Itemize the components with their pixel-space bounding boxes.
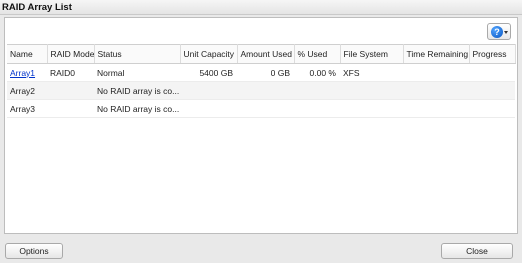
- cell-unit-capacity: [180, 99, 237, 118]
- cell-file-system: XFS: [340, 63, 403, 82]
- cell-progress: [469, 63, 515, 82]
- cell-time-remaining: [403, 99, 469, 118]
- column-header-progress[interactable]: Progress: [469, 44, 516, 64]
- cell-unit-capacity: 5400 GB: [180, 63, 237, 82]
- raid-array-panel: ? Name RAID Mode Status Unit Capacity Am…: [4, 17, 518, 234]
- column-header-status[interactable]: Status: [94, 44, 181, 64]
- cell-name: Array2: [7, 81, 47, 100]
- column-header-time-remaining[interactable]: Time Remaining: [403, 44, 470, 64]
- cell-file-system: [340, 81, 403, 100]
- cell-pct-used: 0.00 %: [294, 63, 340, 82]
- cell-file-system: [340, 99, 403, 118]
- table-row[interactable]: Array1 RAID0 Normal 5400 GB 0 GB 0.00 % …: [7, 63, 515, 82]
- column-header-amount-used[interactable]: Amount Used: [237, 44, 295, 64]
- column-header-raid-mode[interactable]: RAID Mode: [47, 44, 95, 64]
- cell-time-remaining: [403, 81, 469, 100]
- cell-status: Normal: [94, 63, 180, 82]
- cell-unit-capacity: [180, 81, 237, 100]
- cell-pct-used: [294, 99, 340, 118]
- array-link[interactable]: Array1: [10, 68, 35, 78]
- raid-array-table: Name RAID Mode Status Unit Capacity Amou…: [7, 44, 516, 118]
- table-header-row: Name RAID Mode Status Unit Capacity Amou…: [7, 44, 516, 64]
- cell-amount-used: [237, 81, 294, 100]
- cell-raid-mode: [47, 81, 94, 100]
- column-header-pct-used[interactable]: % Used: [294, 44, 341, 64]
- window-title: RAID Array List: [2, 2, 72, 13]
- column-header-unit-capacity[interactable]: Unit Capacity: [180, 44, 238, 64]
- help-icon: ?: [491, 26, 503, 38]
- close-button[interactable]: Close: [441, 243, 513, 259]
- cell-amount-used: [237, 99, 294, 118]
- cell-raid-mode: [47, 99, 94, 118]
- cell-progress: [469, 81, 515, 100]
- cell-status: No RAID array is co...: [94, 99, 180, 118]
- cell-name[interactable]: Array1: [7, 63, 47, 82]
- cell-pct-used: [294, 81, 340, 100]
- help-button[interactable]: ?: [487, 23, 511, 40]
- column-header-name[interactable]: Name: [7, 44, 48, 64]
- cell-progress: [469, 99, 515, 118]
- cell-time-remaining: [403, 63, 469, 82]
- title-bar: RAID Array List: [0, 0, 522, 15]
- cell-name: Array3: [7, 99, 47, 118]
- cell-amount-used: 0 GB: [237, 63, 294, 82]
- options-button[interactable]: Options: [5, 243, 63, 259]
- chevron-down-icon: [504, 31, 508, 34]
- cell-status: No RAID array is co...: [94, 81, 180, 100]
- table-row[interactable]: Array2 No RAID array is co...: [7, 81, 515, 100]
- table-row[interactable]: Array3 No RAID array is co...: [7, 99, 515, 118]
- cell-raid-mode: RAID0: [47, 63, 94, 82]
- column-header-file-system[interactable]: File System: [340, 44, 404, 64]
